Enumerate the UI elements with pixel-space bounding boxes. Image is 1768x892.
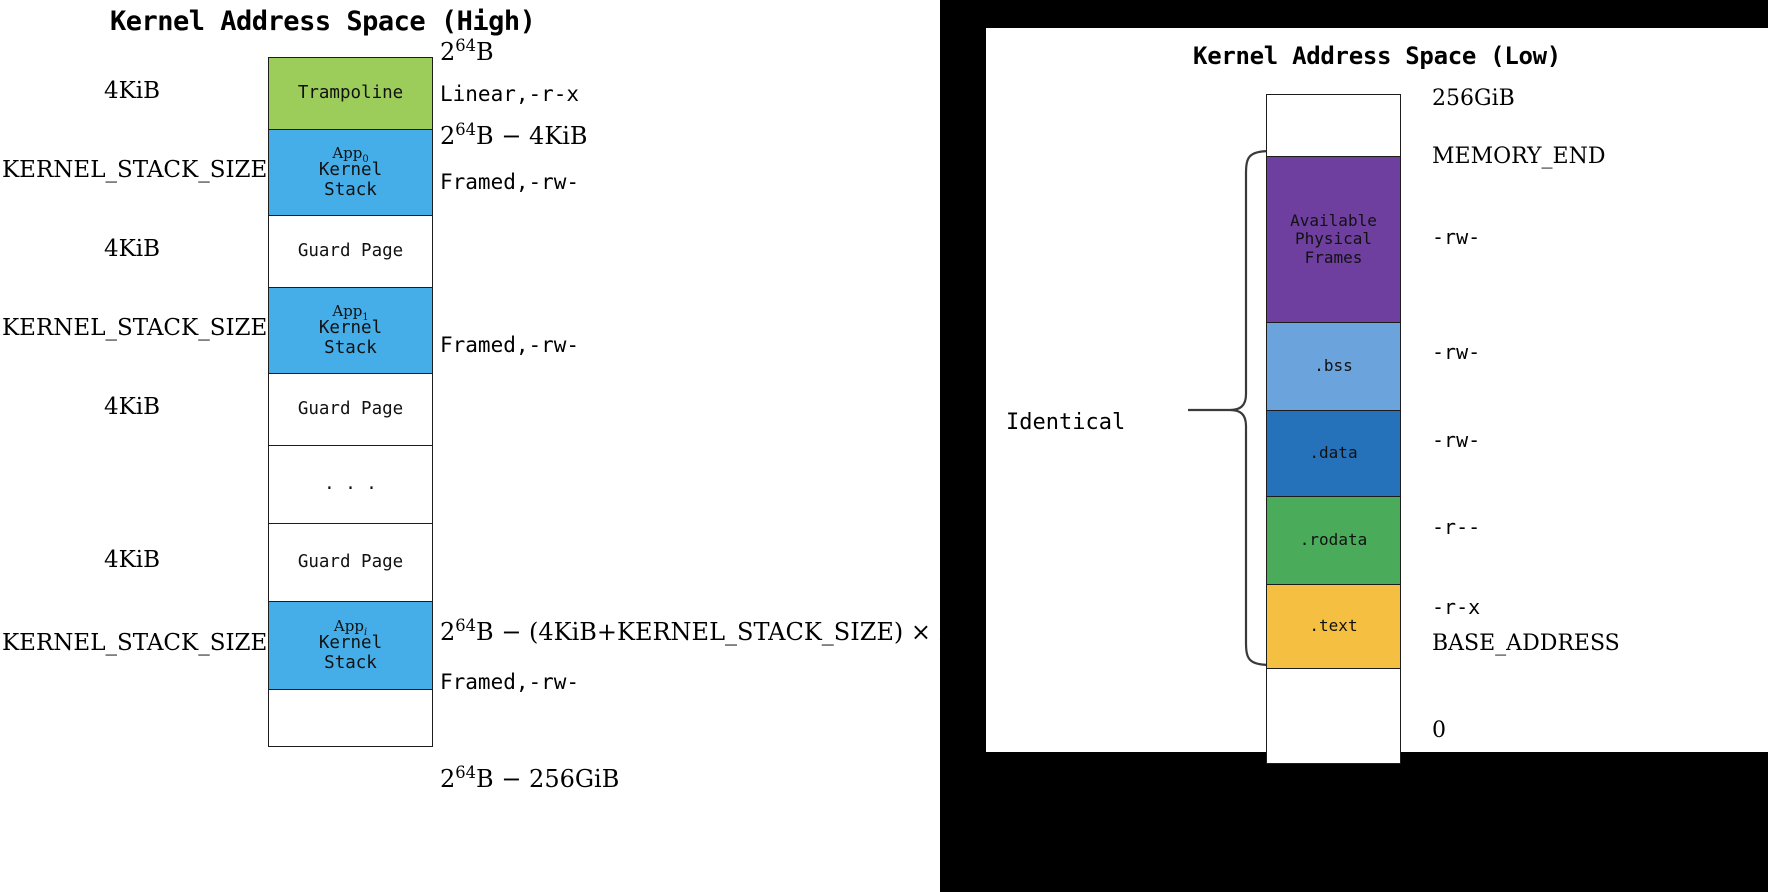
memory-section-text-line: Available xyxy=(1290,210,1377,230)
memory-section-text-line: .text xyxy=(1309,616,1358,636)
memory-block-text-line: Stack xyxy=(324,652,377,673)
memory-section-block: .text xyxy=(1266,584,1401,668)
memory-block-text-line: . . . xyxy=(324,473,377,494)
memory-block-label: Guard Page xyxy=(297,398,404,420)
memory-block-text-line: Guard Page xyxy=(297,398,404,419)
memory-block-text-line: Kernel xyxy=(318,318,383,339)
memory-section-block xyxy=(1266,94,1401,156)
memory-section-block: .data xyxy=(1266,410,1401,496)
memory-block-text-line: Kernel xyxy=(318,633,383,654)
note-trampoline-permission: Linear,-r-x xyxy=(440,82,580,106)
kernel-address-space-high-diagram: Kernel Address Space (High) 4KiB KERNEL_S… xyxy=(0,0,946,892)
memory-block-text-line: Kernel xyxy=(318,160,383,181)
memory-block-size-label: KERNEL_STACK_SIZE xyxy=(2,157,268,183)
memory-block: App0 Kernel Stack xyxy=(268,129,433,215)
note-after-trampoline-address: 264B − 4KiB xyxy=(440,120,588,150)
right-annotation-column: 256GiB MEMORY_END -rw- -rw- -rw- -r-- -r… xyxy=(1416,28,1768,752)
memory-block-label: Guard Page xyxy=(297,551,404,573)
memory-block-text-line: Trampoline xyxy=(297,82,404,103)
memory-block-size-label: 4KiB xyxy=(103,547,161,573)
memory-block xyxy=(268,689,433,747)
memory-block: Guard Page xyxy=(268,215,433,287)
memory-block: Appi Kernel Stack xyxy=(268,601,433,689)
memory-block-size-label: 4KiB xyxy=(103,236,161,262)
note-top-size: 256GiB xyxy=(1432,86,1515,111)
memory-section-label: .data xyxy=(1309,443,1358,463)
memory-block-size-label: KERNEL_STACK_SIZE xyxy=(2,315,268,341)
memory-section-block: Available Physical Frames xyxy=(1266,156,1401,322)
note-stack1-permission: Framed,-rw- xyxy=(440,333,580,357)
memory-block: Guard Page xyxy=(268,523,433,601)
note-base-address: BASE_ADDRESS xyxy=(1432,631,1620,656)
memory-block-text-line: Guard Page xyxy=(297,551,404,572)
note-memory-end: MEMORY_END xyxy=(1432,144,1606,169)
note-data-permission: -rw- xyxy=(1432,428,1481,452)
left-memory-block-column: Trampoline App0 Kernel Stack Guard Page App1 K… xyxy=(268,57,433,747)
memory-section-label: .bss xyxy=(1314,356,1353,376)
memory-block-label: App0 Kernel Stack xyxy=(318,143,383,201)
memory-block-app-index: App1 xyxy=(332,301,369,323)
left-size-labels: 4KiB KERNEL_STACK_SIZE 4KiB KERNEL_STACK_SI… xyxy=(0,0,268,892)
note-zero-address: 0 xyxy=(1432,718,1446,743)
memory-section-text-line: Frames xyxy=(1304,247,1363,267)
memory-block-label: Appi Kernel Stack xyxy=(318,616,383,674)
memory-block: App1 Kernel Stack xyxy=(268,287,433,373)
note-text-permission: -r-x xyxy=(1432,595,1481,619)
memory-section-block: .bss xyxy=(1266,322,1401,410)
memory-section-text-line: .rodata xyxy=(1299,530,1368,550)
memory-block: . . . xyxy=(268,445,433,523)
memory-block-label: App1 Kernel Stack xyxy=(318,301,383,359)
note-frames-permission: -rw- xyxy=(1432,225,1481,249)
memory-block-label: Trampoline xyxy=(297,82,404,104)
kernel-address-space-low-panel: Kernel Address Space (Low) Identical Ava… xyxy=(940,0,1768,892)
memory-block-size-label: 4KiB xyxy=(103,394,161,420)
memory-block-app-index: Appi xyxy=(333,616,368,638)
memory-section-label: .text xyxy=(1309,616,1358,636)
memory-section-text-line: .data xyxy=(1309,443,1358,463)
note-bottom-address: 264B − 256GiB xyxy=(440,763,620,793)
note-stacki-address: 264B − (4KiB+KERNEL_STACK_SIZE) × i xyxy=(440,616,946,646)
memory-section-block xyxy=(1266,668,1401,764)
memory-section-block: .rodata xyxy=(1266,496,1401,584)
memory-block-text-line: Stack xyxy=(324,179,377,200)
note-top-address: 264B xyxy=(440,36,494,66)
memory-section-text-line: Physical xyxy=(1294,229,1373,249)
memory-section-text-line: .bss xyxy=(1314,356,1353,376)
note-bss-permission: -rw- xyxy=(1432,340,1481,364)
identical-brace xyxy=(1186,148,1272,668)
memory-block-label: Guard Page xyxy=(297,240,404,262)
memory-block: Trampoline xyxy=(268,57,433,129)
memory-block-size-label: KERNEL_STACK_SIZE xyxy=(2,630,268,656)
memory-block-app-index: App0 xyxy=(332,143,369,165)
memory-block-text-line: Guard Page xyxy=(297,240,404,261)
memory-section-label: Available Physical Frames xyxy=(1290,210,1377,267)
note-rodata-permission: -r-- xyxy=(1432,515,1481,539)
right-memory-block-column: Available Physical Frames .bss .data .rodata.… xyxy=(1266,94,1401,764)
identical-label: Identical xyxy=(1006,410,1126,435)
left-annotation-column: 264B Linear,-r-x 264B − 4KiB Framed,-rw-… xyxy=(440,0,946,892)
memory-block-size-label: 4KiB xyxy=(103,78,161,104)
note-stacki-permission: Framed,-rw- xyxy=(440,670,580,694)
note-stack0-permission: Framed,-rw- xyxy=(440,170,580,194)
right-panel-inner: Kernel Address Space (Low) Identical Ava… xyxy=(986,28,1768,764)
memory-block-text-line: Stack xyxy=(324,337,377,358)
memory-block: Guard Page xyxy=(268,373,433,445)
memory-block-label: . . . xyxy=(324,473,377,495)
memory-section-label: .rodata xyxy=(1299,530,1368,550)
